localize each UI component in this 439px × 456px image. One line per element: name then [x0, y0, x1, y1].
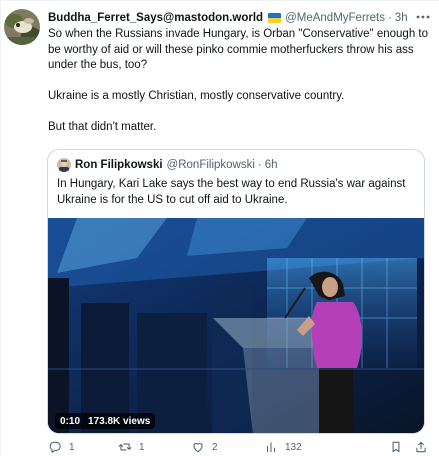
bookmark-icon [392, 441, 400, 453]
share-button[interactable] [414, 439, 428, 455]
tweet-header: Buddha_Ferret_Says@mastodon.world @MeAnd… [48, 10, 408, 26]
reply-count: 1 [69, 441, 75, 453]
reply-button[interactable]: 1 [48, 439, 75, 455]
tweet-paragraph: So when the Russians invade Hungary, is … [48, 28, 428, 71]
views-icon [266, 442, 276, 453]
author-handle[interactable]: @MeAndMyFerrets [285, 12, 385, 24]
tweet-timestamp[interactable]: 3h [395, 12, 408, 24]
tweet-paragraph: But that didn't matter. [48, 121, 157, 133]
quoted-tweet-header: Ron Filipkowski @RonFilipkowski · 6h [75, 158, 278, 172]
separator-dot: · [257, 159, 262, 171]
quoted-author-handle: @RonFilipkowski [166, 159, 255, 171]
author-display-name[interactable]: Buddha_Ferret_Says@mastodon.world [48, 12, 263, 24]
quoted-author-avatar [57, 158, 71, 172]
heart-icon [193, 443, 203, 453]
video-view-count: 173.8K views [88, 415, 151, 427]
retweet-button[interactable]: 1 [118, 439, 145, 455]
bookmark-button[interactable] [389, 439, 403, 455]
tweet[interactable]: Buddha_Ferret_Says@mastodon.world @MeAnd… [0, 0, 439, 456]
tweet-text: So when the Russians invade Hungary, is … [48, 27, 434, 136]
more-icon[interactable] [414, 9, 432, 25]
retweet-count: 1 [139, 441, 145, 453]
separator-dot: · [387, 12, 392, 24]
video-info-badge: 0:10 173.8K views [55, 413, 156, 429]
quoted-tweet[interactable]: Ron Filipkowski @RonFilipkowski · 6h In … [47, 149, 425, 434]
video-frame [48, 218, 424, 433]
ukraine-flag-icon [268, 13, 282, 23]
share-icon [416, 441, 426, 453]
like-button[interactable]: 2 [191, 439, 218, 455]
video-duration: 0:10 [60, 415, 81, 427]
tweet-actions: 1 1 2 132 [48, 439, 439, 455]
like-count: 2 [212, 441, 218, 453]
author-avatar[interactable] [4, 9, 40, 45]
reply-icon [49, 441, 61, 453]
quoted-tweet-text: In Hungary, Kari Lake says the best way … [57, 178, 406, 206]
video-player[interactable]: 0:10 173.8K views [48, 218, 424, 433]
tweet-paragraph: Ukraine is a mostly Christian, mostly co… [48, 90, 345, 102]
retweet-icon [118, 443, 132, 451]
quoted-tweet-timestamp: 6h [264, 159, 278, 171]
view-count: 132 [285, 441, 302, 453]
views-button[interactable]: 132 [264, 439, 302, 455]
quoted-author-display-name: Ron Filipkowski [75, 159, 163, 171]
